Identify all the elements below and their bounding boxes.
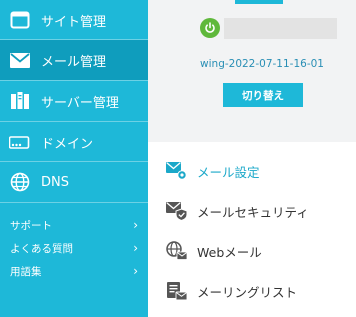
menu-item-webmail[interactable]: Webメール: [166, 238, 346, 264]
panel-tab-indicator: [235, 0, 283, 4]
web-mail-icon: [166, 240, 188, 262]
chevron-right-icon: ›: [133, 264, 138, 278]
server-icon: [9, 90, 31, 112]
sidebar-item-label: メール管理: [41, 54, 107, 70]
divider: [0, 202, 148, 203]
globe-icon: [9, 171, 31, 193]
sidebar-item-site-management[interactable]: サイト管理: [0, 0, 148, 40]
server-hostname: wing-2022-07-11-16-01: [200, 58, 324, 70]
sidebar-item-label: DNS: [41, 174, 69, 190]
sidebar-link-label: 用語集: [10, 265, 42, 278]
menu-item-mailing-list[interactable]: メーリングリスト: [166, 278, 346, 304]
mailing-list-icon: [166, 280, 188, 302]
menu-item-label: Webメール: [197, 244, 262, 260]
menu-item-label: メールセキュリティ: [197, 204, 309, 220]
domain-icon: [9, 131, 31, 153]
sidebar-link-support[interactable]: サポート ›: [10, 214, 140, 236]
sidebar-item-label: ドメイン: [41, 136, 94, 152]
menu-item-label: メーリングリスト: [197, 284, 298, 300]
window-icon: [9, 9, 31, 31]
chevron-right-icon: ›: [133, 241, 138, 255]
menu-item-mail-security[interactable]: メールセキュリティ: [166, 198, 346, 224]
power-icon: [200, 18, 220, 38]
account-name-placeholder: [224, 18, 337, 39]
sidebar-link-label: よくある質問: [10, 242, 73, 255]
chevron-right-icon: ›: [133, 218, 138, 232]
envelope-icon: [9, 49, 31, 71]
sidebar-item-server-management[interactable]: サーバー管理: [0, 81, 148, 121]
mail-settings-icon: [166, 160, 188, 182]
mail-shield-icon: [166, 200, 188, 222]
sidebar-link-glossary[interactable]: 用語集 ›: [10, 260, 140, 282]
switch-button[interactable]: 切り替え: [223, 83, 303, 107]
sidebar: サイト管理 メール管理 サーバー管理 ドメイン DNS サポート › よくある質…: [0, 0, 148, 317]
sidebar-item-label: サーバー管理: [41, 95, 119, 111]
sidebar-link-label: サポート: [10, 219, 52, 232]
menu-item-label: メール設定: [197, 164, 260, 180]
sidebar-item-dns[interactable]: DNS: [0, 162, 148, 202]
sidebar-item-domain[interactable]: ドメイン: [0, 122, 148, 162]
menu-item-mail-settings[interactable]: メール設定: [166, 158, 346, 184]
sidebar-item-mail-management[interactable]: メール管理: [0, 40, 148, 80]
sidebar-link-faq[interactable]: よくある質問 ›: [10, 237, 140, 259]
sidebar-item-label: サイト管理: [41, 14, 107, 30]
